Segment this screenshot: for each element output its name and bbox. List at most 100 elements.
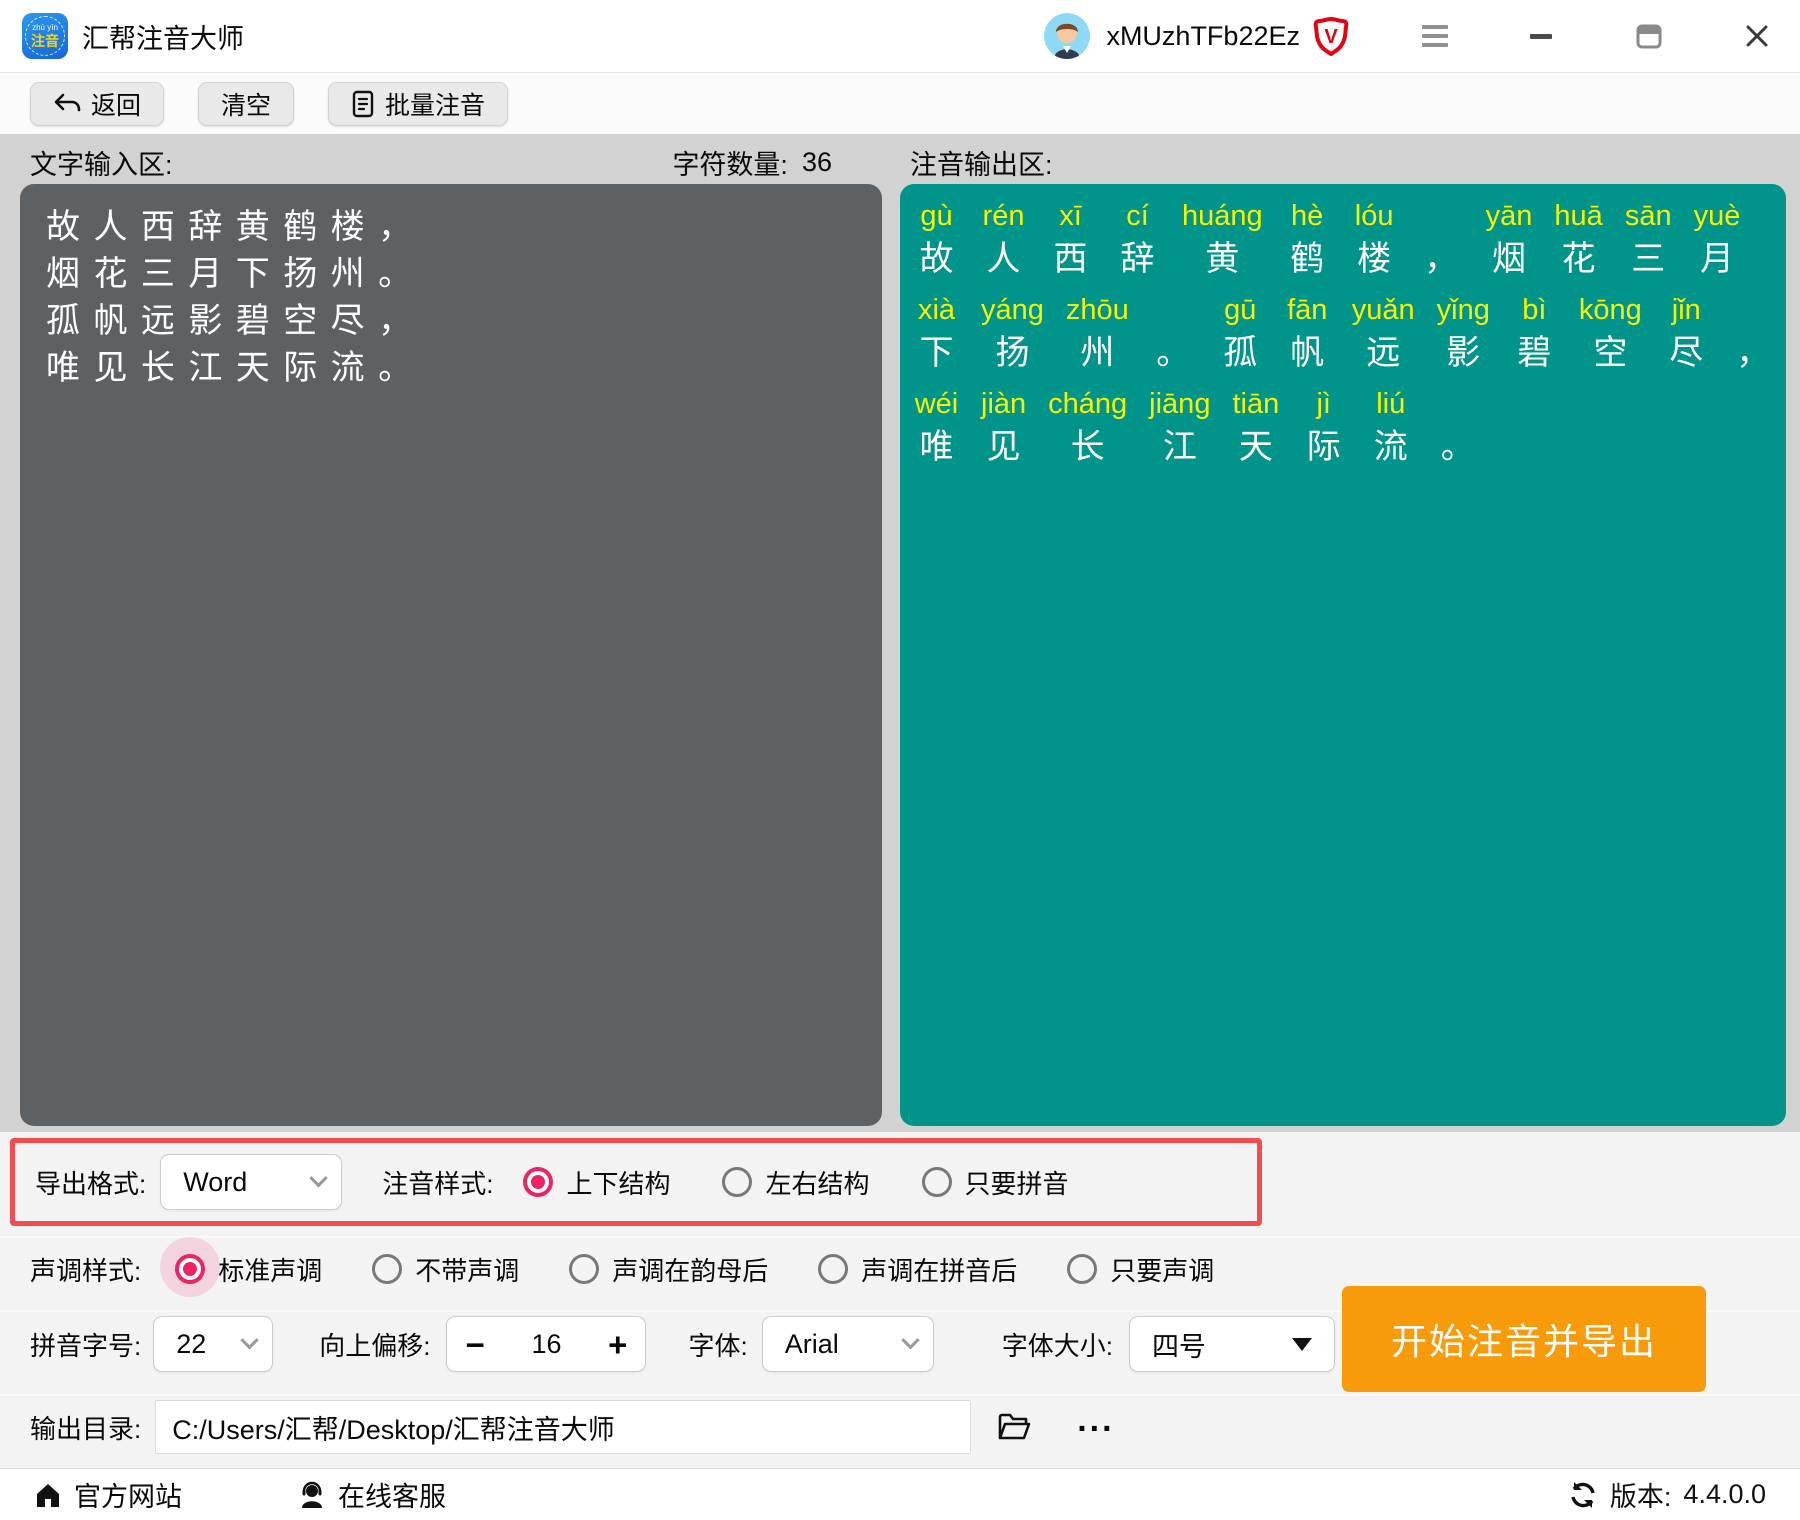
ruby-cell: jiàn见 xyxy=(981,384,1026,470)
folder-icon[interactable] xyxy=(997,1412,1031,1442)
ruby-cell: 。 xyxy=(1435,384,1480,470)
statusbar: 官方网站 在线客服 版本: 4.4.0.0 xyxy=(0,1468,1800,1520)
radio-unselected-icon[interactable] xyxy=(1067,1254,1097,1284)
clear-button[interactable]: 清空 xyxy=(198,82,294,126)
radio-unselected-icon[interactable] xyxy=(372,1254,402,1284)
app-title: 汇帮注音大师 xyxy=(82,17,244,56)
radio-selected-icon[interactable] xyxy=(523,1167,553,1197)
radio-option[interactable]: 标准声调 xyxy=(175,1251,322,1288)
start-export-button[interactable]: 开始注音并导出 xyxy=(1342,1286,1706,1392)
minimize-button[interactable] xyxy=(1526,21,1556,51)
official-website-link[interactable]: 官方网站 xyxy=(34,1475,182,1514)
document-icon xyxy=(351,90,375,118)
ruby-cell: xī西 xyxy=(1048,196,1093,282)
pinyin-size-select[interactable]: 22 xyxy=(153,1316,273,1372)
annotation-style-label: 注音样式: xyxy=(382,1164,493,1201)
more-options-button[interactable]: ... xyxy=(1077,1415,1114,1439)
ruby-cell: huā花 xyxy=(1554,196,1602,282)
offset-decrease-button[interactable]: − xyxy=(465,1328,484,1361)
toolbar: 返回 清空 批量注音 xyxy=(0,72,1800,134)
output-dir-label: 输出目录: xyxy=(30,1409,141,1446)
font-select[interactable]: Arial xyxy=(762,1316,934,1372)
triangle-down-icon xyxy=(1292,1338,1312,1351)
tone-style-label: 声调样式: xyxy=(30,1251,141,1288)
text-input-area[interactable]: 故 人 西 辞 黄 鹤 楼 ， 烟 花 三 月 下 扬 州 。 孤 帆 远 影 … xyxy=(20,184,882,1126)
maximize-button[interactable] xyxy=(1634,21,1664,51)
ruby-cell: ， xyxy=(1419,196,1464,282)
ruby-cell: gū孤 xyxy=(1218,290,1263,376)
version-value: 4.4.0.0 xyxy=(1683,1479,1766,1510)
ruby-cell: ， xyxy=(1731,290,1776,376)
headset-person-icon xyxy=(298,1481,326,1509)
ruby-cell: sān三 xyxy=(1625,196,1672,282)
ruby-cell: lóu楼 xyxy=(1352,196,1397,282)
refresh-icon[interactable] xyxy=(1568,1480,1598,1510)
ruby-cell: bì碧 xyxy=(1512,290,1557,376)
ruby-cell: fān帆 xyxy=(1285,290,1330,376)
user-avatar[interactable] xyxy=(1044,13,1090,59)
radio-unselected-icon[interactable] xyxy=(722,1167,752,1197)
ruby-cell: yáng扬 xyxy=(981,290,1044,376)
offset-increase-button[interactable]: + xyxy=(608,1328,627,1361)
batch-annotate-button[interactable]: 批量注音 xyxy=(328,82,508,126)
back-button[interactable]: 返回 xyxy=(30,82,164,126)
offset-label: 向上偏移: xyxy=(319,1326,430,1363)
titlebar: zhù yīn 注音 汇帮注音大师 xMUzhTFb22Ez V xyxy=(0,0,1800,72)
ruby-cell: jǐn尽 xyxy=(1664,290,1709,376)
char-count-value: 36 xyxy=(802,147,832,178)
ruby-cell: zhōu州 xyxy=(1066,290,1129,376)
username: xMUzhTFb22Ez xyxy=(1106,21,1300,52)
offset-value[interactable]: 16 xyxy=(531,1329,561,1360)
ruby-cell: kōng空 xyxy=(1579,290,1642,376)
radio-unselected-icon[interactable] xyxy=(569,1254,599,1284)
ruby-cell: tiān天 xyxy=(1232,384,1279,470)
radio-option[interactable]: 只要声调 xyxy=(1067,1251,1214,1288)
pinyin-output-area: gù故rén人xī西cí辞huáng黄hè鹤lóu楼，yān烟huā花sān三y… xyxy=(900,184,1786,1126)
input-area-label: 文字输入区: xyxy=(30,143,173,182)
ruby-cell: wéi唯 xyxy=(914,384,959,470)
vip-badge-icon[interactable]: V xyxy=(1312,16,1350,56)
ruby-cell: jì际 xyxy=(1301,384,1346,470)
font-size-select[interactable]: 四号 xyxy=(1129,1316,1335,1372)
online-support-link[interactable]: 在线客服 xyxy=(298,1475,446,1514)
ruby-cell: 。 xyxy=(1151,290,1196,376)
ruby-cell: jiāng江 xyxy=(1149,384,1210,470)
ruby-cell: hè鹤 xyxy=(1285,196,1330,282)
export-format-select[interactable]: Word xyxy=(160,1154,342,1210)
radio-unselected-icon[interactable] xyxy=(922,1167,952,1197)
radio-option[interactable]: 只要拼音 xyxy=(922,1164,1069,1201)
ruby-cell: cháng长 xyxy=(1048,384,1127,470)
annotation-style-group: 上下结构 左右结构 只要拼音 xyxy=(523,1164,1068,1201)
font-label: 字体: xyxy=(688,1326,747,1363)
radio-option[interactable]: 上下结构 xyxy=(523,1164,670,1201)
radio-option[interactable]: 不带声调 xyxy=(372,1251,519,1288)
ruby-row: wéi唯jiàn见cháng长jiāng江tiān天jì际liú流。 xyxy=(914,384,1776,470)
output-dir-input[interactable] xyxy=(155,1400,971,1454)
ruby-cell: yǐng影 xyxy=(1437,290,1490,376)
ruby-row: xià下yáng扬zhōu州。gū孤fān帆yuǎn远yǐng影bì碧kōng空… xyxy=(914,290,1776,376)
app-window: zhù yīn 注音 汇帮注音大师 xMUzhTFb22Ez V xyxy=(0,0,1800,1520)
chevron-down-icon xyxy=(241,1331,259,1349)
font-size-label: 字体大小: xyxy=(1002,1326,1113,1363)
radio-selected-icon[interactable] xyxy=(175,1254,205,1284)
app-logo-icon: zhù yīn 注音 xyxy=(22,13,68,59)
ruby-cell: huáng黄 xyxy=(1182,196,1263,282)
radio-option[interactable]: 声调在拼音后 xyxy=(818,1251,1017,1288)
ruby-cell: gù故 xyxy=(914,196,959,282)
ruby-cell: cí辞 xyxy=(1115,196,1160,282)
radio-unselected-icon[interactable] xyxy=(818,1254,848,1284)
radio-option[interactable]: 声调在韵母后 xyxy=(569,1251,768,1288)
close-button[interactable] xyxy=(1742,21,1772,51)
ruby-row: gù故rén人xī西cí辞huáng黄hè鹤lóu楼，yān烟huā花sān三y… xyxy=(914,196,1776,282)
char-count-label: 字符数量: xyxy=(672,143,788,182)
home-icon xyxy=(34,1481,62,1509)
output-area-label: 注音输出区: xyxy=(910,143,1053,182)
main-area: 文字输入区: 字符数量: 36 故 人 西 辞 黄 鹤 楼 ， 烟 花 三 月 … xyxy=(0,134,1800,1132)
chevron-down-icon xyxy=(901,1331,919,1349)
radio-option[interactable]: 左右结构 xyxy=(722,1164,869,1201)
export-format-label: 导出格式: xyxy=(35,1164,146,1201)
menu-icon[interactable] xyxy=(1422,25,1448,47)
tone-style-group: 标准声调 不带声调 声调在韵母后 声调在拼音后 只要声调 xyxy=(175,1251,1214,1288)
pinyin-size-label: 拼音字号: xyxy=(30,1326,141,1363)
chevron-down-icon xyxy=(310,1169,328,1187)
